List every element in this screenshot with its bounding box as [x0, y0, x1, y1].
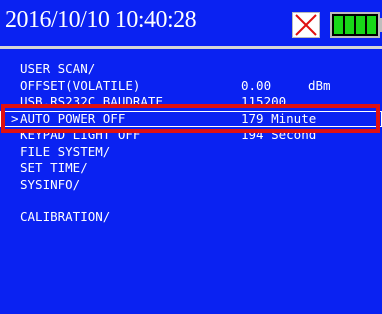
- menu-item-label: USB,RS232C BAUDRATE: [20, 94, 163, 109]
- menu-item-value: 115200: [241, 94, 287, 109]
- menu-item-set-time[interactable]: SET TIME/: [0, 160, 382, 177]
- menu-item-label: AUTO POWER OFF: [20, 110, 126, 126]
- menu-item-label: USER SCAN/: [20, 61, 96, 76]
- menu-item-user-scan[interactable]: USER SCAN/: [0, 61, 382, 78]
- menu-item-label: SET TIME/: [20, 160, 88, 175]
- menu-item-file-system[interactable]: FILE SYSTEM/: [0, 144, 382, 161]
- menu-item-label: KEYPAD LIGHT OFF: [20, 127, 141, 142]
- menu-item-calibration[interactable]: CALIBRATION/: [0, 209, 382, 226]
- menu-item-label: CALIBRATION/: [20, 209, 111, 224]
- menu-item-value: 179 Minute: [241, 110, 317, 126]
- battery-cell: [334, 16, 343, 34]
- battery-full-icon: [330, 12, 380, 38]
- menu-item-value: 0.00: [241, 77, 272, 93]
- device-screen: 2016/10/10 10:40:28 USER SCAN/ OFFSET(VO…: [0, 0, 382, 314]
- status-bar: 2016/10/10 10:40:28: [0, 0, 382, 46]
- selection-cursor: >: [11, 110, 19, 126]
- menu-item-auto-power-off[interactable]: > AUTO POWER OFF 179 Minute: [0, 110, 382, 127]
- menu-item-keypad-light-off[interactable]: KEYPAD LIGHT OFF 194 Second: [0, 127, 382, 144]
- menu-item-sysinfo[interactable]: SYSINFO/: [0, 177, 382, 194]
- menu-item-label: SYSINFO/: [20, 176, 81, 192]
- battery-cell: [345, 16, 354, 34]
- battery-tip: [378, 18, 382, 32]
- menu-item-label: FILE SYSTEM/: [20, 143, 111, 159]
- menu-item-label: OFFSET(VOLATILE): [20, 77, 141, 93]
- battery-cell: [367, 16, 376, 34]
- menu-spacer: [0, 193, 382, 209]
- battery-cell: [356, 16, 365, 34]
- menu-item-unit: dBm: [308, 77, 331, 93]
- menu-item-value: 194 Second: [241, 127, 317, 142]
- status-divider: [0, 46, 382, 49]
- menu-item-baudrate[interactable]: USB,RS232C BAUDRATE 115200: [0, 94, 382, 111]
- red-x-icon: [292, 12, 320, 38]
- menu-item-offset[interactable]: OFFSET(VOLATILE) 0.00 dBm: [0, 78, 382, 95]
- datetime-display: 2016/10/10 10:40:28: [5, 7, 197, 33]
- settings-menu: USER SCAN/ OFFSET(VOLATILE) 0.00 dBm USB…: [0, 61, 382, 226]
